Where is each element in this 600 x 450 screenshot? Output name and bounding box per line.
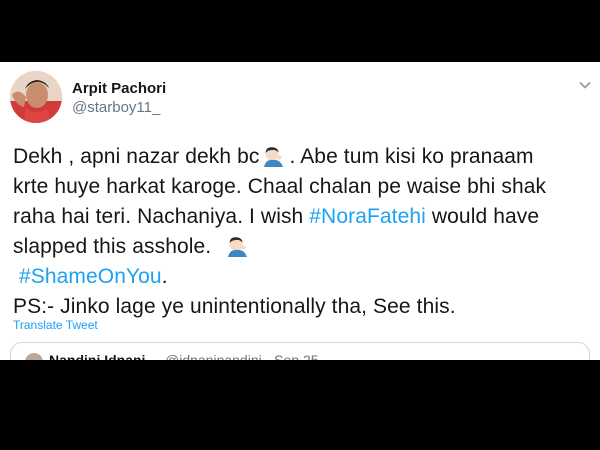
tweet-line: PS:- Jinko lage ye unintentionally tha, … bbox=[13, 295, 456, 318]
tweet-card: Arpit Pachori @starboy11_ Dekh , apni na… bbox=[0, 62, 600, 360]
quoted-author-name: Nandini Idnani bbox=[49, 352, 146, 360]
quoted-author-handle: @idnaninandini · Sep 25 bbox=[165, 352, 319, 360]
tweet-text-segment: . bbox=[161, 265, 168, 288]
profile-photo-icon bbox=[10, 71, 62, 123]
author-avatar[interactable] bbox=[10, 71, 62, 123]
tweet-text-segment: . Abe tum kisi ko pranaam bbox=[289, 145, 534, 168]
tweet-line: krte huye harkat karoge. Chaal chalan pe… bbox=[13, 175, 547, 198]
tweet-text-segment: slapped this asshole. bbox=[13, 235, 212, 258]
chevron-down-icon[interactable] bbox=[578, 78, 592, 92]
translate-tweet-link[interactable]: Translate Tweet bbox=[13, 318, 98, 332]
tweet-text-segment: would have bbox=[425, 205, 540, 228]
tweet-text: Dekh , apni nazar dekh bc . Abe tum kisi… bbox=[13, 142, 598, 322]
man-facepalming-emoji-icon bbox=[228, 237, 248, 257]
tweet-line: #ShameOnYou. bbox=[13, 262, 598, 292]
tweet-text-segment: Dekh , apni nazar dekh bc bbox=[13, 145, 260, 168]
author-name[interactable]: Arpit Pachori bbox=[72, 80, 166, 97]
quoted-author-avatar bbox=[25, 353, 43, 360]
tweet-line: Dekh , apni nazar dekh bc . Abe tum kisi… bbox=[13, 142, 598, 172]
author-handle[interactable]: @starboy11_ bbox=[72, 99, 160, 116]
man-facepalming-emoji-icon bbox=[264, 147, 284, 167]
tweet-line: slapped this asshole. bbox=[13, 232, 598, 262]
tweet-line: raha hai teri. Nachaniya. I wish #NoraFa… bbox=[13, 202, 598, 232]
quoted-tweet[interactable]: Nandini Idnani @idnaninandini · Sep 25 bbox=[10, 342, 590, 360]
hashtag-link[interactable]: #NoraFatehi bbox=[309, 205, 426, 228]
tweet-text-segment: raha hai teri. Nachaniya. I wish bbox=[13, 205, 310, 228]
hashtag-link[interactable]: #ShameOnYou bbox=[19, 265, 162, 288]
